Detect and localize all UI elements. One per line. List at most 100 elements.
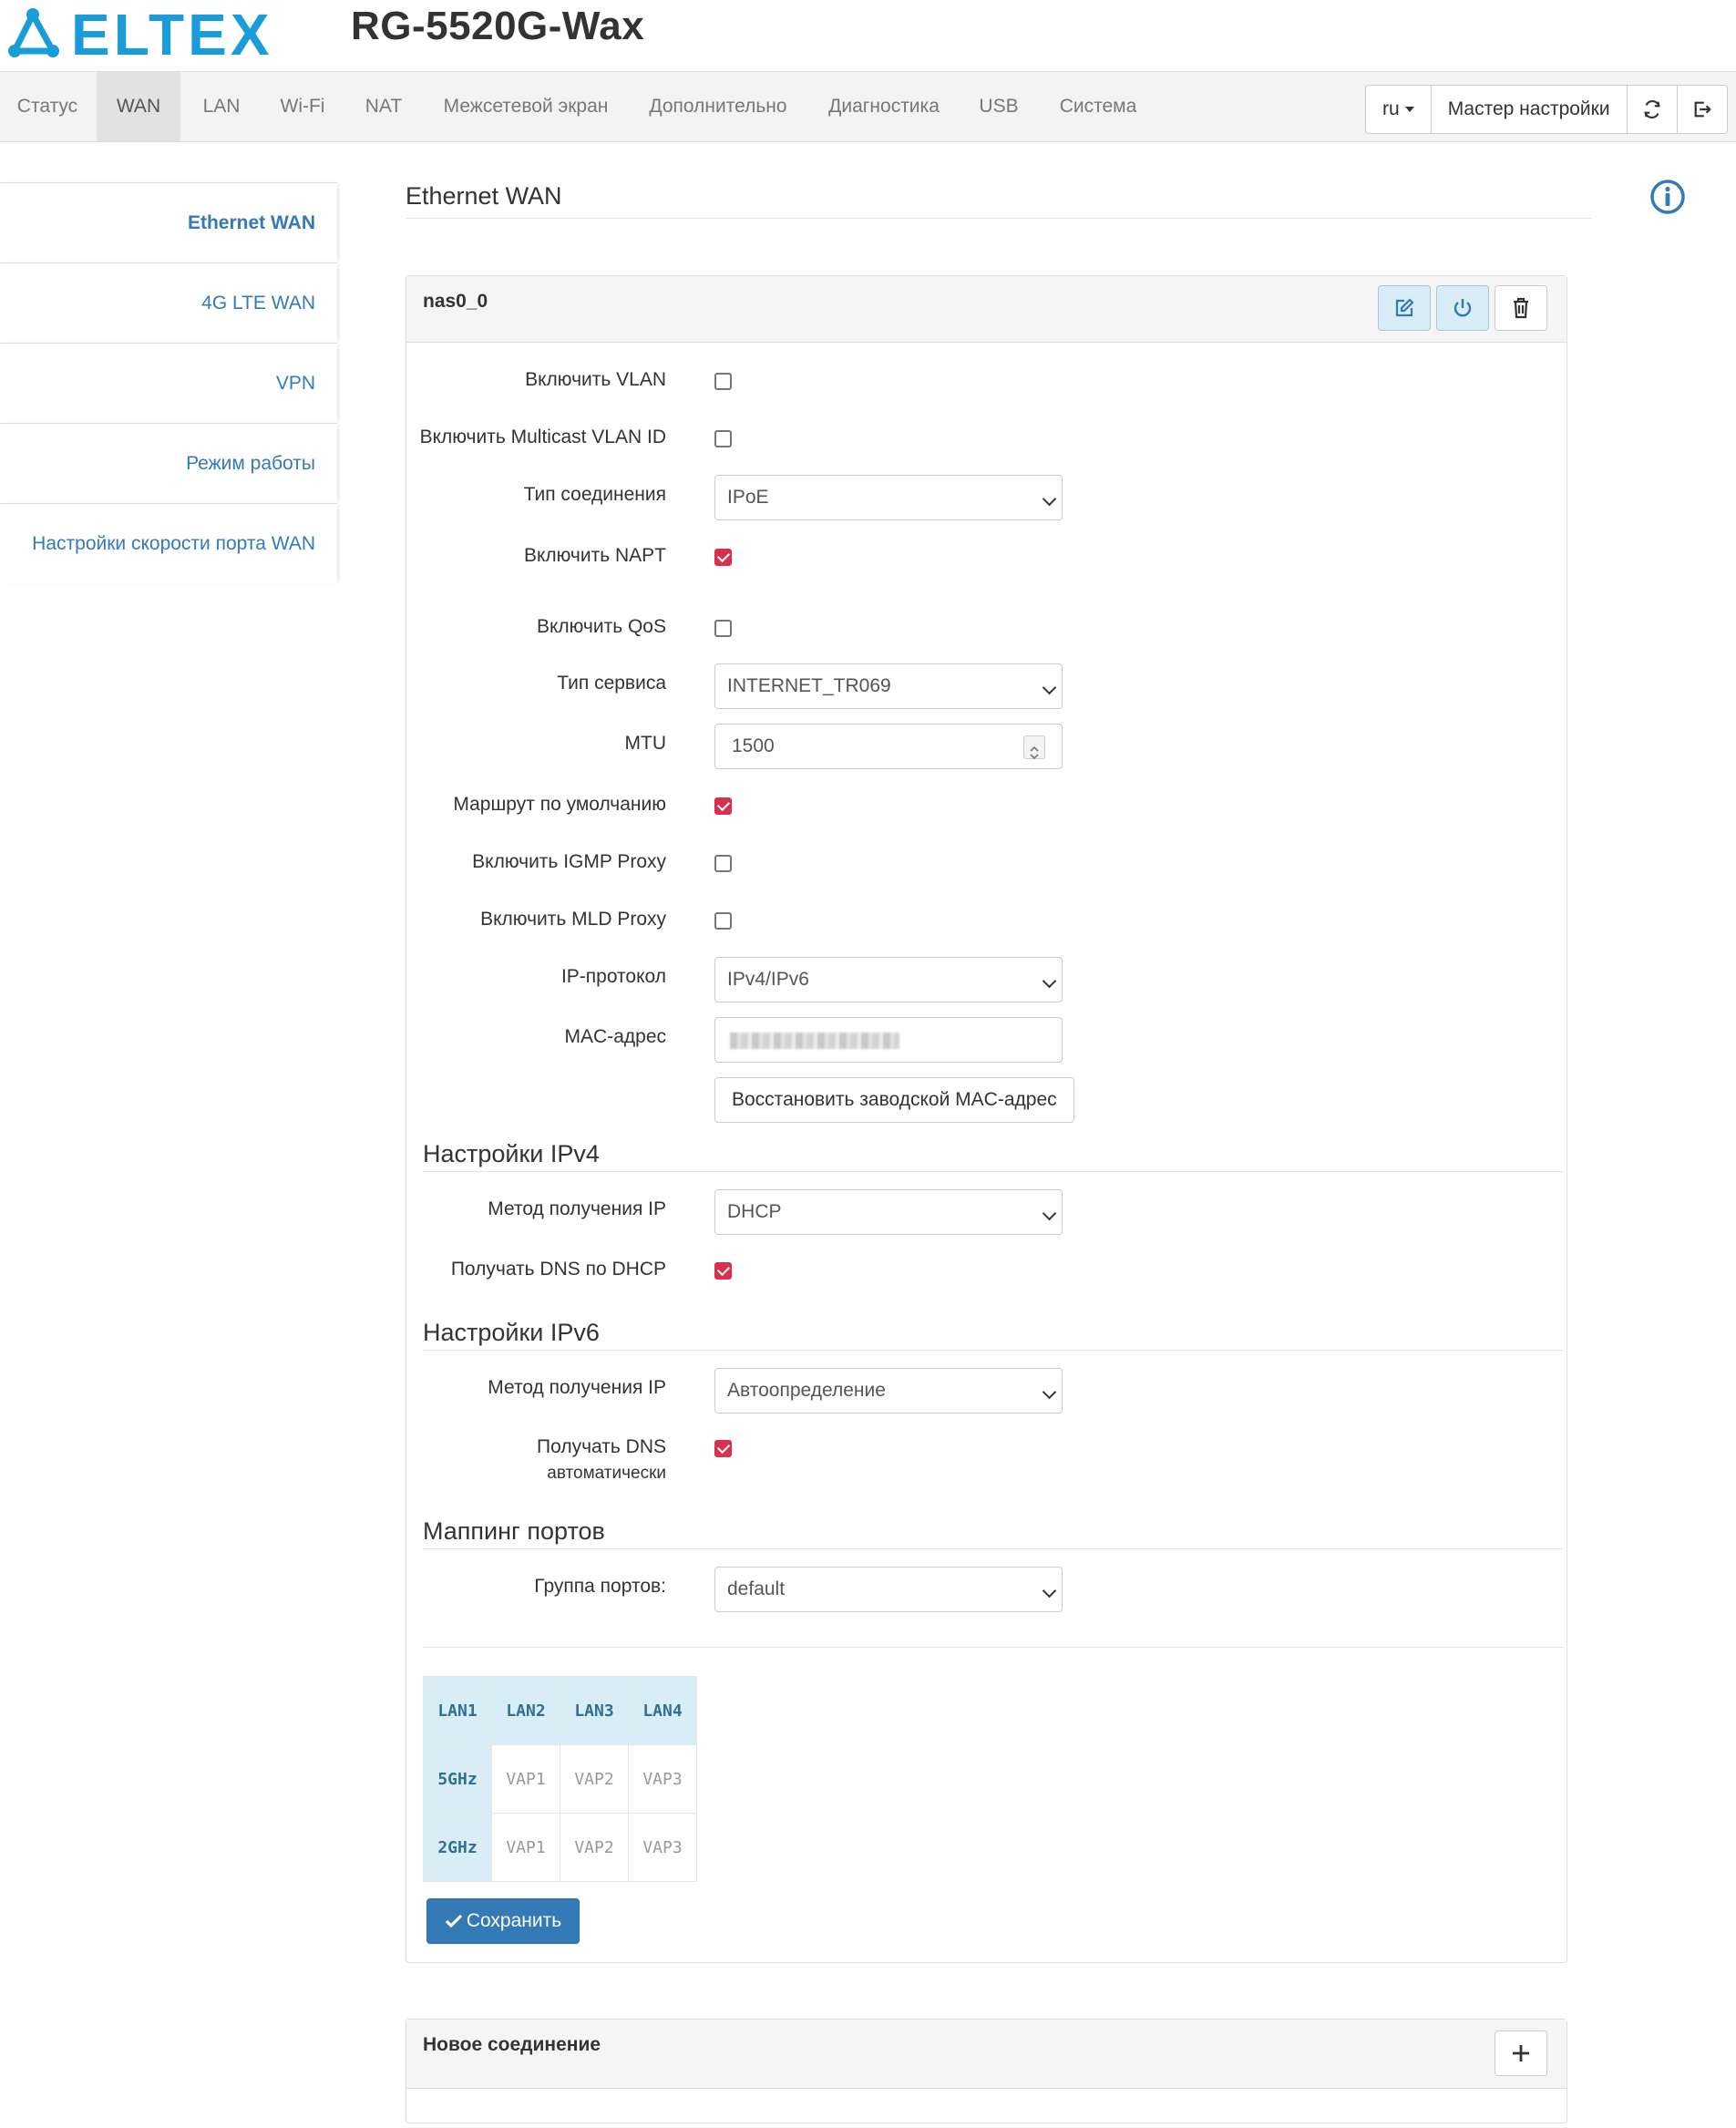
- port-cell[interactable]: VAP2: [560, 1744, 629, 1814]
- trash-icon: [1514, 297, 1528, 319]
- port-cell[interactable]: VAP1: [491, 1744, 560, 1814]
- nav-nat[interactable]: NAT: [344, 72, 423, 141]
- power-icon: [1454, 299, 1472, 317]
- nav-wifi[interactable]: Wi-Fi: [262, 72, 343, 141]
- mac-address-label: MAC-адрес: [564, 1026, 666, 1047]
- qos-checkbox[interactable]: [714, 620, 732, 637]
- multicast-vlan-checkbox[interactable]: [714, 430, 732, 447]
- nav-advanced[interactable]: Дополнительно: [629, 72, 807, 141]
- port-cell[interactable]: 2GHz: [423, 1813, 492, 1882]
- ipv6-section-title: Настройки IPv6: [423, 1319, 600, 1346]
- add-connection-button[interactable]: [1495, 2030, 1547, 2076]
- language-dropdown[interactable]: ru: [1366, 86, 1431, 133]
- default-route-checkbox[interactable]: [714, 797, 732, 815]
- qos-label: Включить QoS: [536, 616, 666, 637]
- igmp-proxy-label: Включить IGMP Proxy: [472, 851, 666, 872]
- svg-text:ELTEX: ELTEX: [71, 4, 270, 60]
- ipv6-dns-checkbox[interactable]: [714, 1440, 732, 1457]
- edit-button[interactable]: [1378, 285, 1431, 331]
- nav-diagnostics[interactable]: Диагностика: [809, 72, 959, 141]
- nav-actions: ru Мастер настройки: [1365, 85, 1728, 134]
- mac-address-input[interactable]: [714, 1017, 1063, 1063]
- ip-protocol-label: IP-протокол: [560, 966, 666, 987]
- sidebar-item-wan-port-speed[interactable]: Настройки скорости порта WAN: [0, 503, 337, 583]
- page-title: Ethernet WAN: [406, 182, 562, 210]
- port-cell[interactable]: VAP1: [491, 1813, 560, 1882]
- ipv6-method-select[interactable]: Автоопределение: [714, 1368, 1063, 1414]
- port-cell[interactable]: LAN3: [560, 1676, 629, 1745]
- mac-address-blurred: [730, 1033, 899, 1049]
- napt-checkbox[interactable]: [714, 549, 732, 566]
- port-mapping-table: LAN1 LAN2 LAN3 LAN4 5GHz VAP1 VAP2 VAP3 …: [423, 1676, 697, 1882]
- port-cell[interactable]: VAP3: [628, 1813, 697, 1882]
- save-button[interactable]: Сохранить: [426, 1898, 580, 1944]
- power-button[interactable]: [1436, 285, 1489, 331]
- sidebar-item-mode[interactable]: Режим работы: [0, 423, 337, 503]
- port-cell[interactable]: LAN4: [628, 1676, 697, 1745]
- igmp-proxy-checkbox[interactable]: [714, 855, 732, 872]
- divider: [423, 1548, 1564, 1549]
- ipv4-section-title: Настройки IPv4: [423, 1140, 600, 1167]
- info-icon[interactable]: [1649, 179, 1686, 215]
- multicast-vlan-label: Включить Multicast VLAN ID: [419, 427, 666, 447]
- chevron-down-icon: [1042, 680, 1057, 695]
- edit-icon: [1395, 298, 1414, 317]
- delete-button[interactable]: [1495, 285, 1547, 331]
- ipv4-method-value: DHCP: [727, 1201, 782, 1222]
- vlan-checkbox[interactable]: [714, 373, 732, 390]
- nav-system[interactable]: Система: [1039, 72, 1157, 141]
- mld-proxy-checkbox[interactable]: [714, 912, 732, 930]
- refresh-icon: [1643, 99, 1660, 119]
- chevron-down-icon: [1042, 491, 1057, 507]
- port-cell[interactable]: LAN2: [491, 1676, 560, 1745]
- mld-proxy-label: Включить MLD Proxy: [480, 909, 666, 930]
- sidebar-item-ethernet-wan[interactable]: Ethernet WAN: [0, 182, 337, 262]
- connection-panel-header: nas0_0: [406, 276, 1567, 343]
- service-type-select[interactable]: INTERNET_TR069: [714, 663, 1063, 709]
- connection-type-select[interactable]: IPoE: [714, 475, 1063, 520]
- table-row: 2GHz VAP1 VAP2 VAP3: [423, 1813, 697, 1882]
- language-label: ru: [1382, 98, 1400, 119]
- mtu-value: 1500: [732, 735, 775, 756]
- stepper-icon[interactable]: [1023, 735, 1045, 760]
- port-cell[interactable]: 5GHz: [423, 1744, 492, 1814]
- new-connection-title: Новое соединение: [423, 2034, 601, 2055]
- nav-wan[interactable]: WAN: [97, 72, 180, 141]
- divider: [423, 1647, 1564, 1648]
- ipv4-dns-label: Получать DNS по DHCP: [450, 1259, 666, 1280]
- sidebar: Ethernet WAN 4G LTE WAN VPN Режим работы…: [0, 182, 337, 583]
- ipv6-method-value: Автоопределение: [727, 1380, 886, 1401]
- ipv6-dns-label: Получать DNS: [537, 1436, 666, 1457]
- ipv4-dns-checkbox[interactable]: [714, 1262, 732, 1280]
- restore-mac-button[interactable]: Восстановить заводской MAC-адрес: [714, 1077, 1074, 1123]
- setup-wizard-button[interactable]: Мастер настройки: [1430, 86, 1627, 133]
- port-cell[interactable]: VAP3: [628, 1744, 697, 1814]
- mtu-label: MTU: [624, 733, 667, 754]
- port-cell[interactable]: LAN1: [423, 1676, 492, 1745]
- mtu-input[interactable]: 1500: [714, 724, 1063, 769]
- product-title: RG-5520G-Wax: [351, 4, 645, 48]
- top-navbar: Статус WAN LAN Wi-Fi NAT Межсетевой экра…: [0, 71, 1736, 142]
- ip-protocol-select[interactable]: IPv4/IPv6: [714, 957, 1063, 1002]
- napt-label: Включить NAPT: [523, 545, 666, 566]
- nav-usb[interactable]: USB: [960, 72, 1037, 141]
- table-row: 5GHz VAP1 VAP2 VAP3: [423, 1744, 697, 1814]
- chevron-down-icon: [1042, 1206, 1057, 1221]
- refresh-button[interactable]: [1626, 86, 1677, 133]
- ipv6-method-label: Метод получения IP: [488, 1377, 666, 1398]
- nav-firewall[interactable]: Межсетевой экран: [425, 72, 627, 141]
- sidebar-item-4g-lte-wan[interactable]: 4G LTE WAN: [0, 262, 337, 343]
- port-cell[interactable]: VAP2: [560, 1813, 629, 1882]
- logout-button[interactable]: [1676, 86, 1727, 133]
- new-connection-header: Новое соединение: [406, 2020, 1567, 2089]
- port-group-label: Группа портов:: [534, 1576, 666, 1597]
- connection-name: nas0_0: [423, 291, 488, 312]
- default-route-label: Маршрут по умолчанию: [453, 794, 666, 815]
- nav-status[interactable]: Статус: [0, 72, 95, 141]
- port-group-select[interactable]: default: [714, 1567, 1063, 1612]
- sidebar-item-vpn[interactable]: VPN: [0, 343, 337, 423]
- nav-lan[interactable]: LAN: [182, 72, 261, 141]
- port-group-value: default: [727, 1578, 786, 1599]
- ipv4-method-select[interactable]: DHCP: [714, 1189, 1063, 1235]
- divider: [423, 1350, 1564, 1351]
